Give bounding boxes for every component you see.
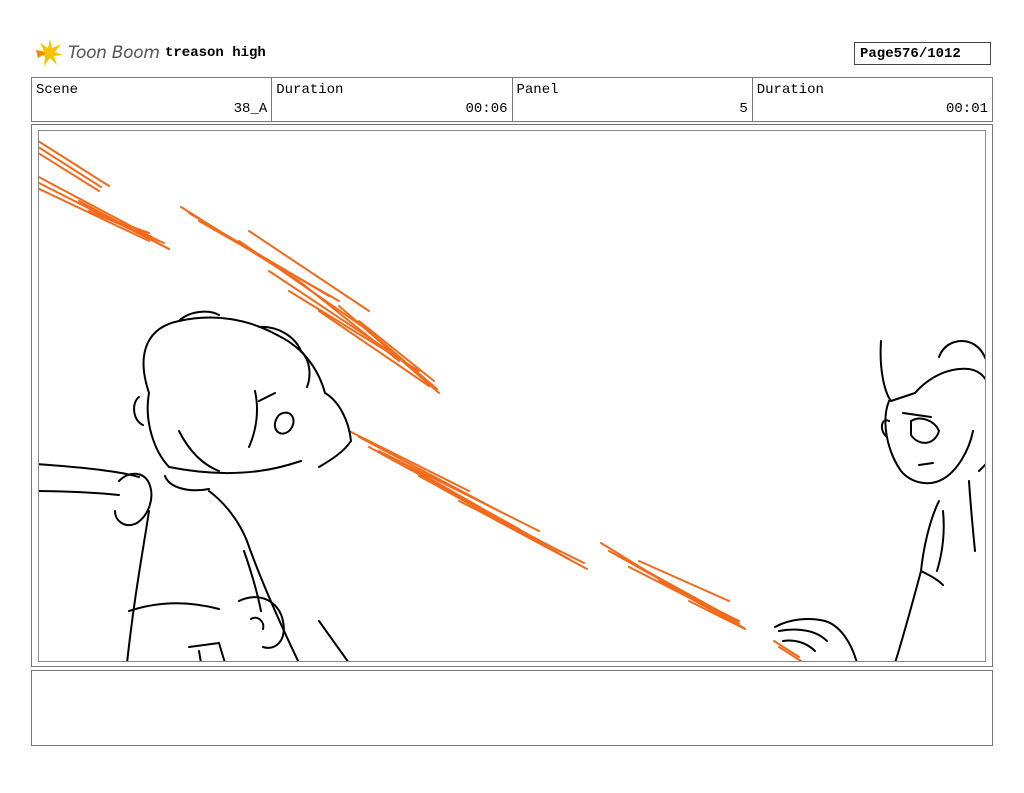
scene-info-row: Scene 38_A Duration 00:06 Panel 5 Durati…	[31, 77, 993, 122]
panel-duration-value: 00:01	[945, 101, 988, 117]
energy-blast-streaks	[39, 140, 802, 661]
panel-notes-box	[31, 670, 993, 746]
scene-label: Scene	[36, 82, 79, 98]
panel-label: Panel	[516, 82, 559, 98]
page-label: Page	[860, 45, 894, 62]
scene-duration-cell: Duration 00:06	[272, 78, 513, 121]
project-title: treason high	[165, 45, 266, 61]
left-character-sketch	[39, 310, 352, 661]
scene-value: 38_A	[233, 101, 268, 117]
page-value: 576/1012	[893, 45, 961, 62]
toon-boom-logo: Toon Boom	[34, 38, 160, 68]
scene-cell: Scene 38_A	[32, 78, 273, 121]
panel-duration-label: Duration	[756, 82, 824, 98]
logo-text: Toon Boom	[68, 43, 160, 63]
scene-duration-value: 00:06	[465, 101, 508, 117]
panel-cell: Panel 5	[513, 78, 753, 121]
scene-duration-label: Duration	[276, 82, 344, 98]
panel-duration-cell: Duration 00:01	[753, 78, 992, 121]
toon-boom-star-icon	[36, 39, 63, 66]
right-character-sketch	[774, 340, 985, 661]
panel-drawing	[39, 140, 985, 661]
panel-value: 5	[739, 101, 748, 117]
storyboard-panel	[38, 130, 986, 662]
page-indicator: Page 576/1012	[854, 42, 991, 65]
